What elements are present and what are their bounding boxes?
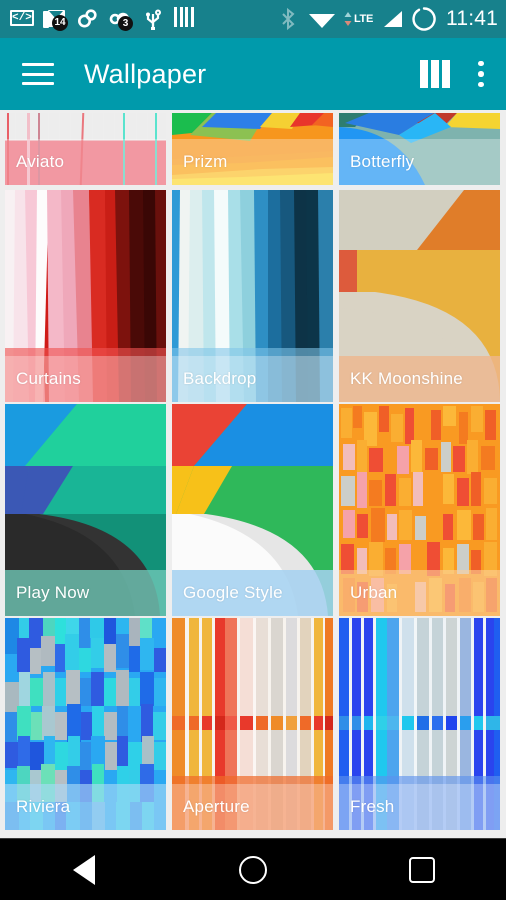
wallpaper-label: Prizm (172, 139, 333, 185)
wallpaper-tile[interactable]: Botterfly (339, 113, 500, 185)
wallpaper-tile[interactable]: Prizm (172, 113, 333, 185)
wallpaper-label: Aperture (172, 784, 333, 830)
wallpaper-tile[interactable]: Play Now (5, 404, 166, 616)
recents-button[interactable] (377, 839, 467, 900)
wallpaper-label: Curtains (5, 356, 166, 402)
phone-screen: </> 14 3 LTE 11:41 Wallpaper Aviato Priz… (0, 0, 506, 900)
wallpaper-tile[interactable]: Riviera (5, 618, 166, 830)
wallpaper-label: Urban (339, 570, 500, 616)
equalizer-bars-icon (174, 7, 198, 31)
back-button[interactable] (39, 839, 129, 900)
wallpaper-label: Google Style (172, 570, 333, 616)
wallpaper-tile[interactable]: Aperture (172, 618, 333, 830)
more-options-button[interactable] (478, 60, 484, 88)
status-bar-system-icons: LTE 11:41 (277, 6, 498, 32)
back-triangle-icon (73, 854, 96, 885)
wallpaper-label: Play Now (5, 570, 166, 616)
wallpaper-label: Fresh (339, 784, 500, 830)
recents-square-icon (408, 856, 435, 883)
wallpaper-label: KK Moonshine (339, 356, 500, 402)
status-bar-notifications: </> 14 3 (10, 7, 277, 31)
wallpaper-label: Botterfly (339, 139, 500, 185)
navigation-drawer-button[interactable] (22, 63, 54, 85)
column-layout-button[interactable] (420, 60, 450, 88)
data-transfer-icon (344, 12, 352, 26)
mail-stack-icon: 14 (43, 9, 68, 31)
app-bar: Wallpaper (0, 38, 506, 110)
android-navigation-bar (0, 838, 506, 900)
status-bar-clock: 11:41 (446, 7, 498, 30)
mail-badge-count: 14 (52, 14, 68, 31)
wallpaper-tile[interactable]: Urban (339, 404, 500, 616)
usb-icon (141, 7, 165, 31)
wallpaper-label: Backdrop (172, 356, 333, 402)
home-button[interactable] (208, 839, 298, 900)
location-badge-count: 3 (118, 16, 133, 31)
wallpaper-label: Aviato (5, 139, 166, 185)
wallpaper-tile[interactable]: KK Moonshine (339, 190, 500, 402)
signal-icon (379, 7, 405, 31)
mobile-data-group: LTE (343, 8, 373, 30)
equalizer-bars-group (174, 7, 198, 27)
wallpaper-tile[interactable]: Curtains (5, 190, 166, 402)
code-brackets-glyph: </> (10, 10, 34, 26)
wallpaper-grid: Aviato Prizm Botterfly Curtains Backdrop… (0, 110, 506, 838)
code-brackets-icon: </> (10, 7, 34, 31)
sync-circles-icon (75, 7, 99, 31)
home-circle-icon (238, 855, 267, 884)
wallpaper-label: Riviera (5, 784, 166, 830)
wallpaper-tile[interactable]: Aviato (5, 113, 166, 185)
lte-label: LTE (353, 13, 373, 25)
status-bar: </> 14 3 LTE 11:41 (0, 0, 506, 38)
wallpaper-tile[interactable]: Google Style (172, 404, 333, 616)
bluetooth-icon (277, 7, 301, 31)
wallpaper-tile[interactable]: Fresh (339, 618, 500, 830)
page-title: Wallpaper (84, 58, 207, 89)
battery-circle-icon (411, 6, 437, 32)
wifi-icon (307, 7, 337, 31)
location-dot-icon: 3 (108, 7, 133, 31)
wallpaper-tile[interactable]: Backdrop (172, 190, 333, 402)
